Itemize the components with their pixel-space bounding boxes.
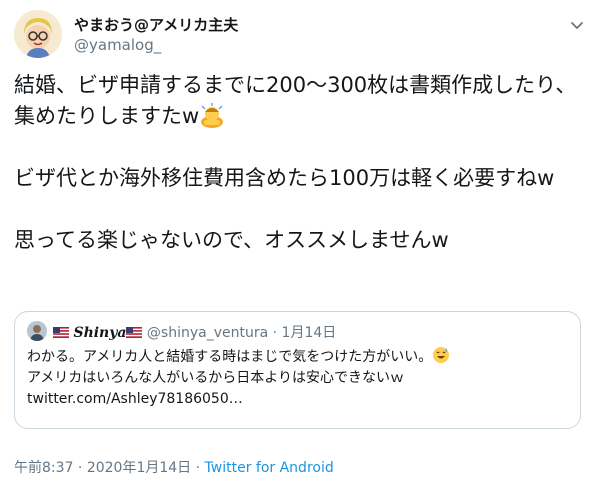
person-photo-icon xyxy=(27,321,47,341)
quoted-author-avatar xyxy=(27,321,47,341)
sweat-smile-emoji-icon xyxy=(432,346,450,364)
author-avatar[interactable] xyxy=(14,10,62,58)
cartoon-avatar-icon xyxy=(14,10,62,58)
quoted-separator: · xyxy=(272,325,278,341)
us-flag-icon xyxy=(126,326,143,338)
person-bowing-emoji-icon xyxy=(199,102,225,128)
quoted-tweet-text: わかる。アメリカ人と結婚する時はまじで気をつけた方がいい。 アメリカはいろんな人… xyxy=(27,346,567,410)
tweet-time[interactable]: 午前8:37 xyxy=(14,460,73,476)
tweet-text-part-1: 結婚、ビザ申請するまでに200〜300枚は書類作成したり、集めたりしますたw xyxy=(14,73,577,128)
quoted-tweet-card[interactable]: 𝑺𝒉𝒊𝒏𝒚𝒂 @shinya_ventura · 1月14日 わかる。アメリカ人… xyxy=(14,311,581,429)
meta-separator: · xyxy=(195,460,201,476)
us-flag-icon xyxy=(53,326,69,338)
meta-separator: · xyxy=(77,460,83,476)
quoted-text-line-1: わかる。アメリカ人と結婚する時はまじで気をつけた方がいい。 xyxy=(27,349,433,365)
tweet-metadata: 午前8:37 · 2020年1月14日 · Twitter for Androi… xyxy=(14,457,334,477)
tweet-text: 結婚、ビザ申請するまでに200〜300枚は書類作成したり、集めたりしますたw ビ… xyxy=(14,70,584,256)
quoted-tweet-date: 1月14日 xyxy=(281,325,337,341)
tweet-date[interactable]: 2020年1月14日 xyxy=(87,460,191,476)
quoted-author-name: 𝑺𝒉𝒊𝒏𝒚𝒂 xyxy=(73,325,127,341)
quoted-author-handle: @shinya_ventura xyxy=(146,325,269,341)
more-options-chevron-down-icon[interactable] xyxy=(568,16,586,34)
author-handle[interactable]: @yamalog_ xyxy=(74,36,161,54)
tweet-text-part-2: ビザ代とか海外移住費用含めたら100万は軽く必要すねw 思ってる楽じゃないので、… xyxy=(14,166,555,252)
quoted-tweet-header: 𝑺𝒉𝒊𝒏𝒚𝒂 @shinya_ventura · 1月14日 xyxy=(53,322,336,342)
author-display-name[interactable]: やまおう@アメリカ主夫 xyxy=(74,14,238,35)
quoted-text-line-2: アメリカはいろんな人がいるから日本よりは安心できないｗ twitter.com/… xyxy=(27,370,405,407)
tweet-source-link[interactable]: Twitter for Android xyxy=(205,460,334,476)
